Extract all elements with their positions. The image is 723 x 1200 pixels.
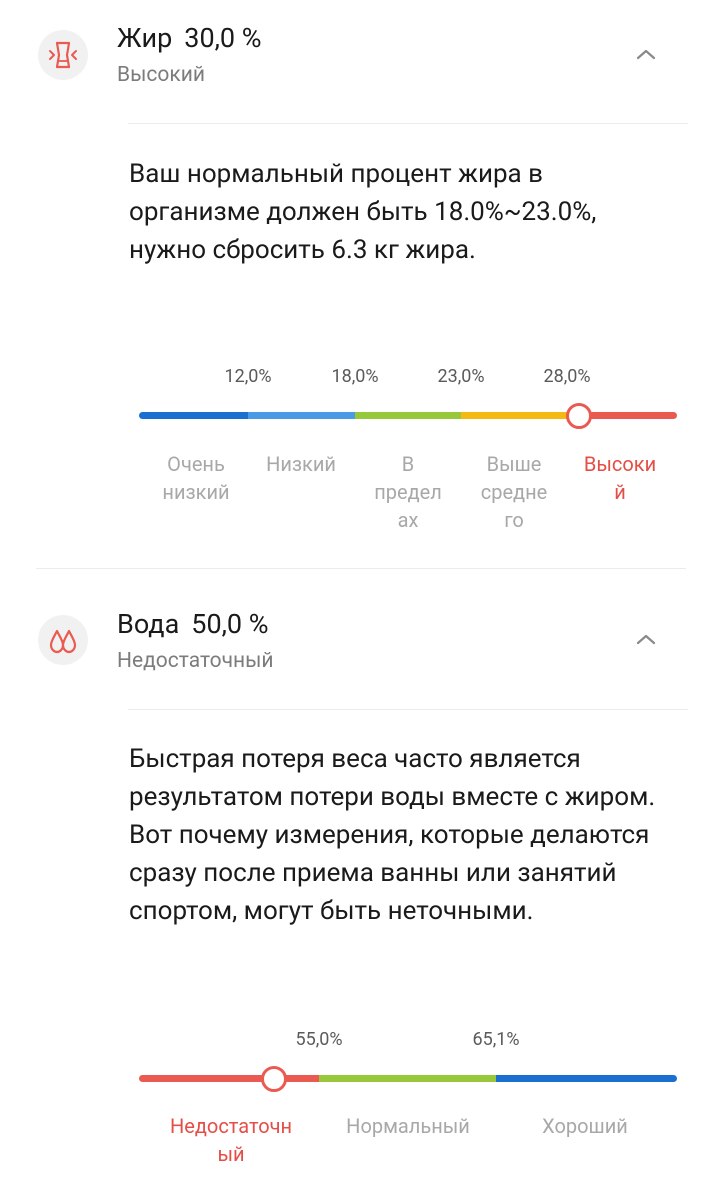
water-status: Недостаточный (117, 649, 274, 673)
fat-tick-label: 23,0% (437, 366, 485, 387)
water-title: Вода 50,0 % (117, 608, 269, 640)
water-header-divider (128, 709, 688, 710)
fat-category-very-low: Очень низкий (162, 452, 230, 504)
fat-segment-normal (355, 412, 461, 419)
fat-tick-label: 28,0% (543, 366, 591, 387)
fat-segment-above-average (461, 412, 567, 419)
water-tick-label: 55,0% (295, 1029, 343, 1050)
water-collapse-button[interactable] (632, 625, 660, 653)
water-category-normal: Нормальный (346, 1114, 470, 1138)
fat-label: Жир (117, 22, 173, 54)
water-section: Вода 50,0 % Недостаточный Быстрая потеря … (0, 580, 723, 1200)
fat-tick-label: 12,0% (224, 366, 272, 387)
chevron-up-icon (636, 49, 656, 60)
water-scale-bar (139, 1075, 677, 1082)
water-segment-insufficient (139, 1075, 319, 1082)
water-category-insufficient: Недостаточн ый (169, 1114, 293, 1166)
fat-category-normal: В предел ах (374, 452, 442, 532)
water-category-good: Хороший (542, 1114, 628, 1138)
fat-icon-circle (38, 30, 88, 80)
fat-collapse-button[interactable] (632, 40, 660, 68)
body-waist-icon (49, 41, 77, 69)
fat-scale-bar (139, 412, 677, 419)
fat-status: Высокий (117, 63, 205, 87)
fat-segment-low (248, 412, 355, 419)
chevron-up-icon (636, 634, 656, 645)
water-label: Вода (117, 608, 180, 640)
water-segment-normal (319, 1075, 496, 1082)
water-icon-circle (38, 615, 88, 665)
fat-tick-label: 18,0% (331, 366, 379, 387)
section-divider (36, 568, 686, 569)
water-tick-label: 65,1% (472, 1029, 520, 1050)
fat-description: Ваш нормальный процент жира в организме … (129, 159, 597, 265)
fat-segment-very-low (139, 412, 248, 419)
fat-value-marker (566, 403, 592, 429)
fat-category-high: Высоки й (583, 452, 657, 504)
water-segment-good (496, 1075, 677, 1082)
water-drops-icon (49, 629, 77, 654)
fat-category-above-average: Выше средне го (480, 452, 548, 532)
water-description: Быстрая потеря веса часто является резул… (129, 744, 656, 926)
water-value: 50,0 % (191, 608, 269, 640)
fat-value: 30,0 % (184, 22, 262, 54)
fat-header-divider (128, 123, 688, 124)
fat-title: Жир 30,0 % (117, 22, 262, 54)
fat-section: Жир 30,0 % Высокий Ваш нормальный процент… (0, 0, 723, 570)
water-value-marker (261, 1066, 287, 1092)
fat-category-low: Низкий (266, 452, 336, 476)
